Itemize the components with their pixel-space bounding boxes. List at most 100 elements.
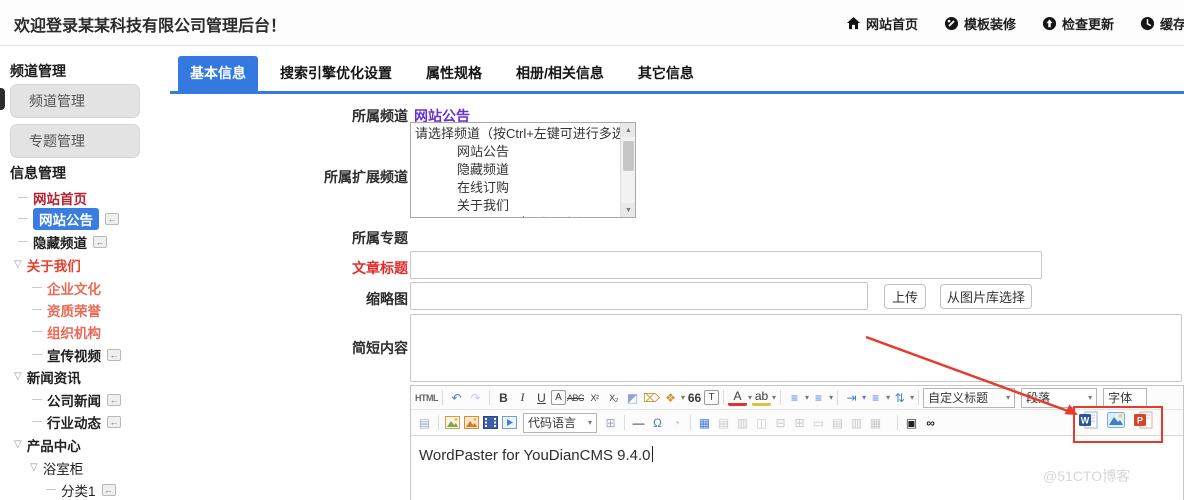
summary-textarea[interactable] [410, 314, 1182, 382]
code-language-select[interactable]: 代码语言 ▾ [523, 412, 597, 433]
listbox-option[interactable]: 关于我们 [415, 197, 617, 215]
tree-item-action-icon[interactable]: ← [105, 212, 119, 225]
panel-collapse-handle[interactable] [0, 88, 5, 110]
expand-icon[interactable]: ▽ [14, 371, 22, 382]
expand-icon[interactable]: ▽ [14, 259, 22, 270]
gallery-select-button[interactable]: 从图片库选择 [940, 284, 1032, 309]
paint-format-icon[interactable]: ❖ [661, 388, 680, 407]
code-block-icon[interactable]: ⊞ [601, 413, 620, 432]
nav-site-home[interactable]: 网站首页 [846, 14, 918, 33]
sidebar-button-topic-manage[interactable]: 专题管理 [10, 124, 140, 158]
check-update-icon [1042, 16, 1057, 31]
italic-icon[interactable]: I [513, 388, 532, 407]
scroll-down-icon[interactable]: ▼ [621, 203, 635, 217]
nav-check-update[interactable]: 检查更新 [1042, 14, 1114, 33]
listbox-option[interactable]: 隐藏频道 [415, 161, 617, 179]
tree-item-bathroom-cabinet[interactable]: ▽ 浴室柜 [0, 457, 172, 478]
listbox-option[interactable]: 请选择频道（按Ctrl+左键可进行多选） [415, 125, 635, 143]
tree-item-industry-trends[interactable]: 行业动态 ← [0, 411, 172, 432]
font-family-select[interactable]: 字体 [1103, 387, 1148, 408]
horizontal-rule-icon[interactable]: — [629, 413, 648, 432]
line-height-icon[interactable]: ⇅ [890, 388, 909, 407]
heading-select[interactable]: 自定义标题 ▾ [923, 387, 1016, 408]
upload-button[interactable]: 上传 [884, 284, 926, 309]
tree-item-action-icon[interactable]: ← [93, 235, 107, 248]
expand-icon[interactable]: ▽ [14, 439, 22, 450]
indent-icon[interactable]: ⇥ [842, 388, 861, 407]
paste-plain-icon[interactable]: T [704, 390, 720, 405]
special-char-icon[interactable]: Ω [648, 413, 667, 432]
tab-other-info[interactable]: 其它信息 [626, 56, 706, 91]
font-color-icon[interactable]: A [728, 389, 748, 406]
tree-item-site-notice[interactable]: 网站公告 ← [0, 207, 172, 230]
image-import-icon[interactable] [1107, 412, 1125, 428]
strikethrough-icon[interactable]: ABC [566, 388, 585, 407]
tree-item-news[interactable]: ▽ 新闻资讯 [0, 366, 172, 387]
emoticon-icon[interactable]: ◔ [667, 413, 686, 432]
tab-album-related[interactable]: 相册/相关信息 [504, 56, 616, 91]
tree-item-promo-video[interactable]: 宣传视频 ← [0, 344, 172, 365]
ext-channel-listbox[interactable]: 请选择频道（按Ctrl+左键可进行多选） 网站公告 隐藏频道 在线订购 关于我们… [410, 122, 636, 218]
tree-item-corp-culture[interactable]: 企业文化 [0, 277, 172, 298]
thumbnail-input[interactable] [410, 282, 868, 310]
underline-icon[interactable]: U [532, 388, 551, 407]
undo-icon[interactable]: ↶ [447, 388, 466, 407]
tree-item-qualification-honor[interactable]: 资质荣誉 [0, 299, 172, 320]
tree-item-product-center[interactable]: ▽ 产品中心 [0, 434, 172, 455]
paragraph-mark-icon[interactable]: ▤ [415, 413, 434, 432]
listbox-scrollbar[interactable]: ▲ ▼ [620, 123, 635, 217]
image-icon[interactable] [462, 413, 481, 432]
header-nav: 网站首页 模板装修 检查更新 缓存 [846, 0, 1184, 46]
html-source-button[interactable]: HTML [415, 388, 439, 407]
tree-item-hidden-channel[interactable]: 隐藏频道 ← [0, 231, 172, 252]
ordered-list-icon[interactable]: ≡ [785, 388, 804, 407]
tree-item-category-1[interactable]: 分类1 ← [0, 479, 172, 500]
sidebar-button-channel-manage[interactable]: 频道管理 [10, 84, 140, 118]
tree-item-action-icon[interactable]: ← [107, 393, 121, 406]
clear-format-icon[interactable]: ⌦ [642, 388, 661, 407]
blockquote-icon[interactable]: 66 [685, 388, 704, 407]
table-icon[interactable]: ▦ [695, 413, 714, 432]
paragraph-select[interactable]: 段落 ▾ [1021, 387, 1098, 408]
tree-connector [18, 197, 28, 198]
listbox-option[interactable]: 网站公告 [415, 143, 617, 161]
highlight-color-icon[interactable]: ab [752, 389, 772, 406]
redo-icon[interactable]: ↷ [466, 388, 485, 407]
tab-seo-settings[interactable]: 搜索引擎优化设置 [268, 56, 404, 91]
tree-item-action-icon[interactable]: ← [107, 348, 121, 361]
nav-cache[interactable]: 缓存 [1140, 14, 1184, 33]
summary-label: 简短内容 [352, 340, 408, 356]
scrollbar-thumb[interactable] [623, 141, 634, 171]
nav-template-decorate[interactable]: 模板装修 [944, 14, 1016, 33]
eraser-icon[interactable]: ◩ [623, 388, 642, 407]
unordered-list-icon[interactable]: ≡ [809, 388, 828, 407]
superscript-icon[interactable]: X² [585, 388, 604, 407]
toolbar-separator [837, 390, 839, 405]
expand-icon[interactable]: ▽ [30, 462, 38, 473]
find-replace-icon[interactable]: ∞ [921, 413, 940, 432]
image-upload-icon[interactable] [443, 413, 462, 432]
listbox-option[interactable]: 在线订购 [415, 179, 617, 197]
print-icon[interactable]: ▣ [902, 413, 921, 432]
tree-item-organization[interactable]: 组织机构 [0, 321, 172, 342]
tree-item-site-home[interactable]: 网站首页 [0, 187, 172, 208]
tree-item-action-icon[interactable]: ← [101, 483, 116, 496]
tab-attribute-spec[interactable]: 属性规格 [414, 56, 494, 91]
listbox-option[interactable]: ├─企业文化 [415, 215, 617, 217]
font-box-icon[interactable]: A [551, 390, 566, 405]
video-icon[interactable] [481, 413, 500, 432]
flash-media-icon[interactable] [500, 413, 519, 432]
tab-basic-info[interactable]: 基本信息 [178, 56, 258, 91]
scroll-up-icon[interactable]: ▲ [621, 123, 635, 137]
align-icon[interactable]: ≡ [866, 388, 885, 407]
bold-icon[interactable]: B [494, 388, 513, 407]
word-import-icon[interactable]: W [1079, 411, 1098, 429]
subscript-icon[interactable]: X₂ [604, 388, 623, 407]
tree-item-about-us[interactable]: ▽ 关于我们 [0, 254, 172, 275]
toolbar-separator [690, 415, 691, 430]
tree-item-action-icon[interactable]: ← [107, 415, 121, 428]
article-title-input[interactable] [410, 251, 1042, 279]
tree-item-company-news[interactable]: 公司新闻 ← [0, 389, 172, 410]
ppt-import-icon[interactable]: P [1134, 411, 1153, 429]
home-icon [846, 16, 861, 31]
